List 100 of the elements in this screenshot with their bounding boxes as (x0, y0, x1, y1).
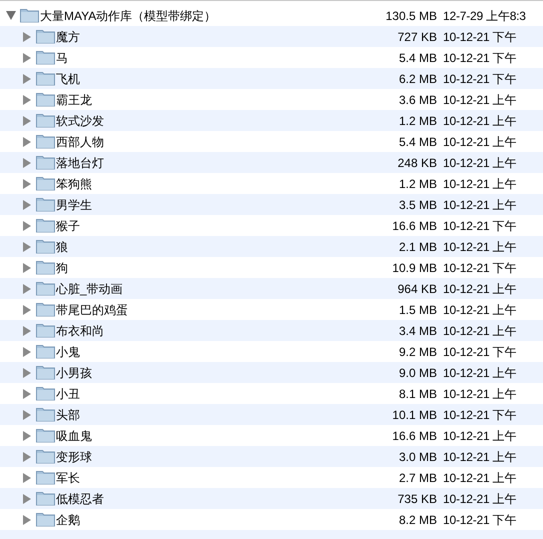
folder-name: 小男孩 (56, 364, 93, 382)
date-modified: 12-7-29 上午8:3 (442, 8, 527, 24)
file-size: 6.2 MB (398, 70, 437, 88)
folder-name: 狗 (56, 260, 69, 276)
file-size: 735 KB (396, 490, 437, 508)
file-size: 8.1 MB (398, 386, 437, 402)
file-size: 1.5 MB (398, 302, 437, 318)
folder-name: 男学生 (56, 196, 93, 214)
file-size: 16.6 MB (391, 218, 437, 234)
date-modified: 10-12-21 上午 (442, 322, 518, 340)
folder-icon (36, 344, 55, 359)
folder-name: 带尾巴的鸡蛋 (56, 302, 129, 318)
file-size: 10.1 MB (391, 406, 437, 424)
folder-icon (36, 176, 55, 191)
date-modified: 10-12-21 上午 (442, 386, 518, 402)
folder-name: 猴子 (56, 218, 81, 234)
date-modified: 10-12-21 上午 (442, 112, 518, 130)
date-modified: 10-12-21 上午 (442, 364, 518, 382)
folder-icon (36, 155, 55, 170)
folder-icon (36, 71, 55, 86)
folder-icon (36, 302, 55, 317)
file-size: 130.5 MB (384, 8, 437, 24)
folder-icon (36, 260, 55, 275)
folder-icon (36, 29, 55, 44)
file-size: 9.2 MB (398, 344, 437, 360)
folder-name: 心脏_带动画 (56, 280, 124, 298)
folder-icon (36, 281, 55, 296)
date-modified: 10-12-21 上午 (442, 470, 518, 486)
date-modified: 10-12-21 上午 (442, 448, 518, 466)
date-modified: 10-12-21 上午 (442, 134, 518, 150)
folder-icon (36, 218, 55, 233)
date-modified: 10-12-21 下午 (442, 406, 518, 424)
folder-icon (36, 197, 55, 212)
date-modified: 10-12-21 上午 (442, 92, 518, 108)
folder-name: 马 (56, 50, 69, 66)
date-modified: 10-12-21 下午 (442, 28, 518, 46)
file-size: 2.7 MB (398, 470, 437, 486)
date-modified: 10-12-21 下午 (442, 344, 518, 360)
folder-name: 飞机 (56, 70, 81, 88)
folder-icon (36, 134, 55, 149)
folder-name: 变形球 (56, 448, 93, 466)
folder-icon (36, 239, 55, 254)
date-modified: 10-12-21 上午 (442, 280, 518, 298)
folder-name: 霸王龙 (56, 92, 93, 108)
folder-name: 低模忍者 (56, 490, 105, 508)
folder-name: 小丑 (56, 386, 81, 402)
folder-name: 头部 (56, 406, 81, 424)
folder-icon (36, 470, 55, 485)
date-modified: 10-12-21 下午 (442, 70, 518, 88)
folder-icon (36, 428, 55, 443)
folder-name: 布衣和尚 (56, 322, 105, 340)
folder-icon (36, 365, 55, 380)
date-modified: 10-12-21 上午 (442, 302, 518, 318)
file-size: 727 KB (396, 28, 437, 46)
folder-icon (36, 113, 55, 128)
file-size: 5.4 MB (398, 134, 437, 150)
folder-icon (36, 50, 55, 65)
folder-name: 落地台灯 (56, 154, 105, 172)
file-size: 10.9 MB (391, 260, 437, 276)
folder-name: 魔方 (56, 28, 81, 46)
date-modified: 10-12-21 上午 (442, 490, 518, 508)
folder-icon (36, 386, 55, 401)
folder-name: 吸血鬼 (56, 428, 93, 444)
date-modified: 10-12-21 下午 (442, 512, 518, 528)
file-size: 3.5 MB (398, 196, 437, 214)
folder-name: 企鹅 (56, 512, 81, 528)
date-modified: 10-12-21 上午 (442, 154, 518, 172)
file-size: 1.2 MB (398, 112, 437, 130)
date-modified: 10-12-21 上午 (442, 238, 518, 256)
folder-name: 小鬼 (56, 344, 81, 360)
folder-name: 软式沙发 (56, 112, 105, 130)
file-size: 3.4 MB (398, 322, 437, 340)
folder-name: 狼 (56, 238, 69, 256)
folder-icon (36, 92, 55, 107)
file-size: 5.4 MB (398, 50, 437, 66)
file-size: 2.1 MB (398, 238, 437, 256)
file-size: 3.6 MB (398, 92, 437, 108)
file-size: 8.2 MB (398, 512, 437, 528)
file-size: 248 KB (396, 154, 437, 172)
file-size: 1.2 MB (398, 176, 437, 192)
date-modified: 10-12-21 上午 (442, 196, 518, 214)
folder-icon (36, 512, 55, 527)
folder-name: 大量MAYA动作库（模型带绑定） (40, 8, 218, 24)
folder-name: 军长 (56, 470, 81, 486)
date-modified: 10-12-21 下午 (442, 218, 518, 234)
folder-name: 西部人物 (56, 134, 105, 150)
file-size: 16.6 MB (391, 428, 437, 444)
file-size: 3.0 MB (398, 448, 437, 466)
folder-icon (36, 323, 55, 338)
date-modified: 10-12-21 上午 (442, 176, 518, 192)
date-modified: 10-12-21 下午 (442, 50, 518, 66)
folder-name: 笨狗熊 (56, 176, 93, 192)
folder-icon (36, 449, 55, 464)
folder-icon (36, 491, 55, 506)
file-size: 9.0 MB (398, 364, 437, 382)
folder-icon (36, 407, 55, 422)
file-size: 964 KB (396, 280, 437, 298)
date-modified: 10-12-21 上午 (442, 428, 518, 444)
folder-icon (20, 8, 39, 23)
date-modified: 10-12-21 下午 (442, 260, 518, 276)
